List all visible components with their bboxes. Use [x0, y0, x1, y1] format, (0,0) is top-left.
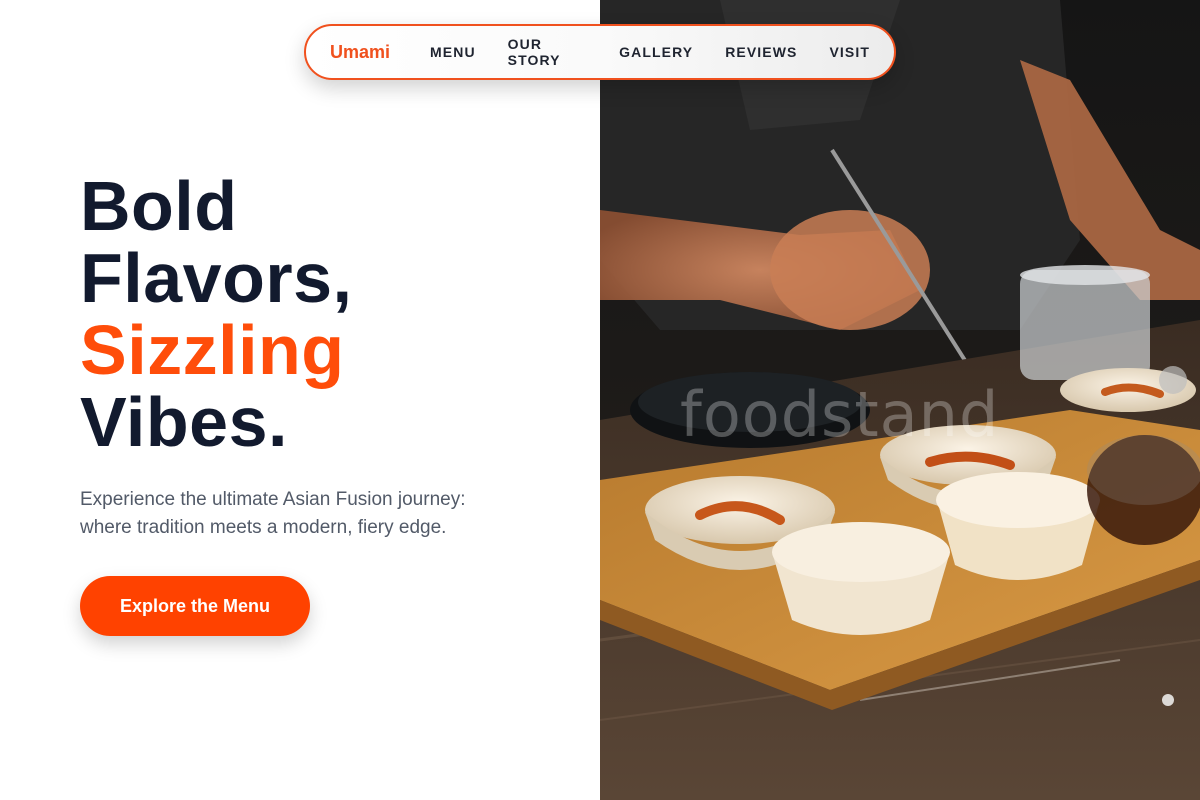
- hero-headline: Bold Flavors, Sizzling Vibes.: [80, 170, 560, 458]
- nav-link-our-story[interactable]: OUR STORY: [508, 36, 587, 68]
- top-navigation: Umami MENU OUR STORY GALLERY REVIEWS VIS…: [304, 24, 896, 80]
- nav-link-gallery[interactable]: GALLERY: [619, 44, 693, 60]
- nav-link-reviews[interactable]: REVIEWS: [725, 44, 797, 60]
- headline-line-2: Flavors,: [80, 239, 353, 317]
- brand-logo[interactable]: Umami: [330, 42, 390, 63]
- headline-accent-line: Sizzling: [80, 311, 345, 389]
- nav-link-menu[interactable]: MENU: [430, 44, 476, 60]
- hero-subtext: Experience the ultimate Asian Fusion jou…: [80, 489, 466, 538]
- photo-watermark: foodstand: [680, 378, 1000, 451]
- headline-line-1: Bold: [80, 167, 238, 245]
- nav-links: MENU OUR STORY GALLERY REVIEWS VISIT: [430, 36, 870, 68]
- hero-section: Bold Flavors, Sizzling Vibes. Experience…: [80, 170, 560, 636]
- explore-menu-button[interactable]: Explore the Menu: [80, 576, 310, 636]
- hero-image: foodstand: [600, 0, 1200, 800]
- headline-line-4: Vibes.: [80, 383, 288, 461]
- nav-link-visit[interactable]: VISIT: [829, 44, 870, 60]
